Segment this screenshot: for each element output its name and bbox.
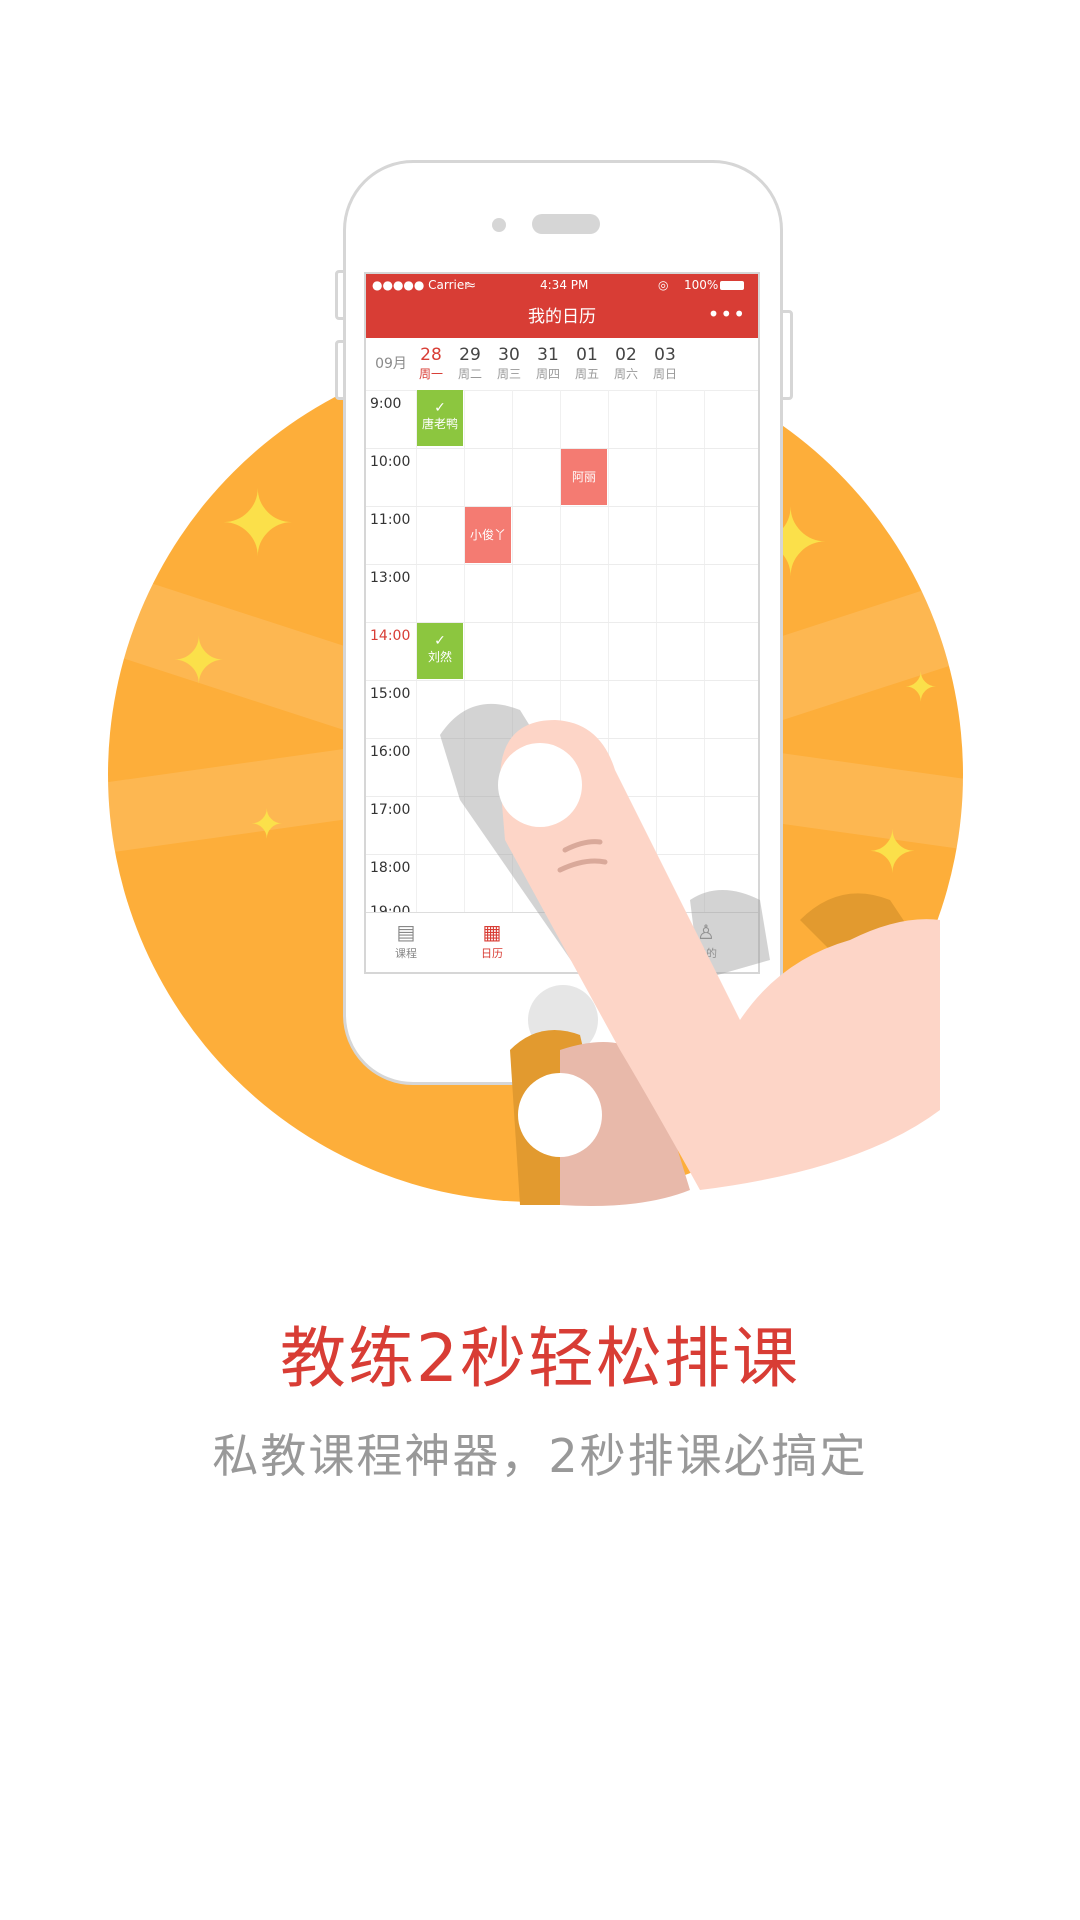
day-column-header[interactable]: 03 周日 [641,344,689,382]
rotation-lock-icon: ◎ [658,278,669,292]
time-label: 11:00 [370,512,411,528]
tab-mine[interactable]: ♙ 我的 [666,919,746,961]
tab-calendar[interactable]: ▦ 日历 [452,919,532,961]
check-icon: ✓ [434,400,446,416]
phone-screen: ●●●●● Carrier ≈ 4:34 PM ◎ 100% 我的日历 ••• … [364,272,760,974]
time-label: 9:00 [370,396,402,412]
phone-camera [492,218,506,232]
event-name: 小俊丫 [469,528,506,542]
status-bar: ●●●●● Carrier ≈ 4:34 PM ◎ 100% [366,274,758,296]
tab-bar: ▤ 课程 ▦ 日历 ♙ 我的 [366,912,758,972]
grid-line [704,390,705,912]
grid-line [366,738,758,739]
time-label: 16:00 [370,744,411,760]
grid-line [464,390,465,912]
phone-home-button[interactable] [528,985,598,1055]
weekday-label: 周日 [652,367,677,381]
event-name: 阿丽 [571,470,596,484]
tab-courses[interactable]: ▤ 课程 [366,919,446,961]
calendar-icon: ▦ [482,920,502,944]
tab-label: 课程 [395,947,417,960]
phone-speaker [532,214,600,234]
grid-line [512,390,513,912]
grid-line [656,390,657,912]
grid-line [366,854,758,855]
more-button[interactable]: ••• [708,296,746,332]
headline: 教练2秒轻松排课 [280,1320,800,1397]
sparkle-icon: ✦ [904,665,938,711]
grid-line [366,796,758,797]
event-block[interactable]: ✓ 唐老鸭 [417,390,463,446]
day-number: 03 [654,345,676,365]
event-name: 唐老鸭 [421,417,458,431]
battery-icon [720,281,744,290]
time-label: 17:00 [370,802,411,818]
nav-bar: 我的日历 ••• [366,296,758,338]
document-icon: ▤ [396,920,416,944]
event-block[interactable]: 阿丽 [561,449,607,505]
page-title: 我的日历 [528,307,596,327]
sparkle-icon: ✦ [172,625,226,699]
tab-label: 日历 [481,947,503,960]
grid-line [608,390,609,912]
event-block[interactable]: ✓ 刘然 [417,623,463,679]
tab-label: 我的 [695,947,717,960]
wifi-icon: ≈ [466,278,477,292]
grid-line [366,564,758,565]
time-label: 13:00 [370,570,411,586]
time-label: 19:00 [370,904,411,912]
grid-line [366,680,758,681]
grid-line [366,506,758,507]
event-block[interactable]: 小俊丫 [465,507,511,563]
sparkle-icon: ✦ [220,472,296,577]
user-icon: ♙ [697,920,715,944]
battery-label: 100% [684,278,719,292]
time-label: 18:00 [370,860,411,876]
sparkle-icon: ✦ [250,802,284,848]
event-name: 刘然 [427,650,452,664]
time-label-current: 14:00 [370,628,411,644]
date-header: 09月 28 周一 29 周二 30 周三 31 周四 01 周五 02 周六 … [366,338,758,391]
time-label: 10:00 [370,454,411,470]
sparkle-icon: ✦ [868,818,917,886]
carrier-label: ●●●●● Carrier [372,278,470,292]
time-label: 15:00 [370,686,411,702]
subheadline: 私教课程神器，2秒排课必搞定 [212,1429,868,1483]
check-icon: ✓ [434,633,446,649]
status-time: 4:34 PM [540,278,589,292]
calendar-grid[interactable]: 9:00 10:00 11:00 13:00 14:00 15:00 16:00… [366,390,758,912]
